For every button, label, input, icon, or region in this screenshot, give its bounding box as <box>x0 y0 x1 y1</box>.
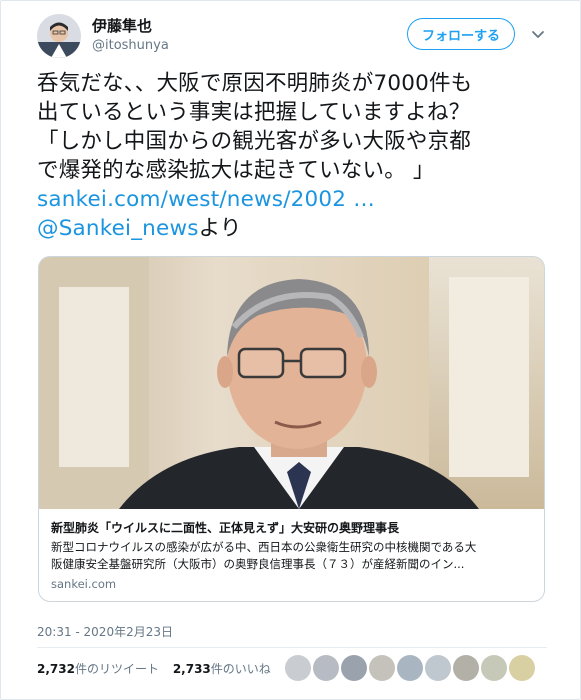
display-name[interactable]: 伊藤隼也 <box>92 17 152 35</box>
card-image <box>39 257 544 509</box>
tweet-text-line: 「しかし中国からの観光客が多い大阪や京都 <box>37 129 472 154</box>
card-title: 新型肺炎「ウイルスに二面性、正体見えず」大安研の奥野理事長 <box>51 521 400 535</box>
liker-avatar[interactable] <box>453 655 479 681</box>
tweet-link-line: sankei.com/west/news/2002 … <box>37 185 567 214</box>
tweet-text-line: 呑気だな、、大阪で原因不明肺炎が7000件も <box>37 71 473 96</box>
liker-avatar[interactable] <box>481 655 507 681</box>
profile-photo <box>37 14 81 58</box>
liker-avatar[interactable] <box>397 655 423 681</box>
likes-stat[interactable]: 2,733件のいいね <box>173 662 271 676</box>
engagement-stats: 2,732件のリツイート 2,733件のいいね <box>37 660 271 677</box>
liker-avatar[interactable] <box>369 655 395 681</box>
retweets-stat[interactable]: 2,732件のリツイート <box>37 662 159 676</box>
mention-link[interactable]: @Sankei_news <box>37 216 199 241</box>
card-description-line: 新型コロナウイルスの感染が広がる中、西日本の公衆衛生研究の中核機関である大 <box>51 540 477 554</box>
card-description-line: 阪健康安全基盤研究所（大阪市）の奥野良信理事長（７３）が産経新聞のイン... <box>51 557 465 571</box>
likes-label: 件のいいね <box>210 662 271 676</box>
retweets-label: 件のリツイート <box>74 662 159 676</box>
card-domain: sankei.com <box>51 577 117 591</box>
liker-avatars <box>285 655 555 683</box>
avatar[interactable] <box>37 14 81 58</box>
user-handle[interactable]: @itoshunya <box>92 38 169 54</box>
chevron-down-icon[interactable] <box>529 25 547 43</box>
tweet-mention-line: @Sankei_newsより <box>37 214 567 243</box>
tweet-container: 伊藤隼也 @itoshunya フォローする 呑気だな、、大阪で原因不明肺炎が7… <box>0 0 581 700</box>
liker-avatar[interactable] <box>425 655 451 681</box>
liker-avatar[interactable] <box>509 655 535 681</box>
likes-count: 2,733 <box>172 662 211 676</box>
tweet-timestamp[interactable]: 20:31 - 2020年2月23日 <box>37 623 173 640</box>
tweet-text-line: で爆発的な感染拡大は起きていない。 」 <box>37 158 435 183</box>
liker-avatar[interactable] <box>341 655 367 681</box>
tweet-text-line: 出ているという事実は把握していますよね？ <box>37 100 471 125</box>
article-link[interactable]: sankei.com/west/news/2002 … <box>37 187 375 212</box>
liker-avatar[interactable] <box>285 655 311 681</box>
divider <box>37 647 547 648</box>
mention-suffix: より <box>198 216 242 241</box>
card-description: 新型コロナウイルスの感染が広がる中、西日本の公衆衛生研究の中核機関である大 阪健… <box>51 539 535 573</box>
tweet-text: 呑気だな、、大阪で原因不明肺炎が7000件も 出ているという事実は把握しています… <box>37 69 567 243</box>
link-card[interactable]: 新型肺炎「ウイルスに二面性、正体見えず」大安研の奥野理事長 新型コロナウイルスの… <box>38 256 545 602</box>
liker-avatar[interactable] <box>313 655 339 681</box>
follow-button[interactable]: フォローする <box>407 18 515 50</box>
retweets-count: 2,732 <box>37 662 75 676</box>
